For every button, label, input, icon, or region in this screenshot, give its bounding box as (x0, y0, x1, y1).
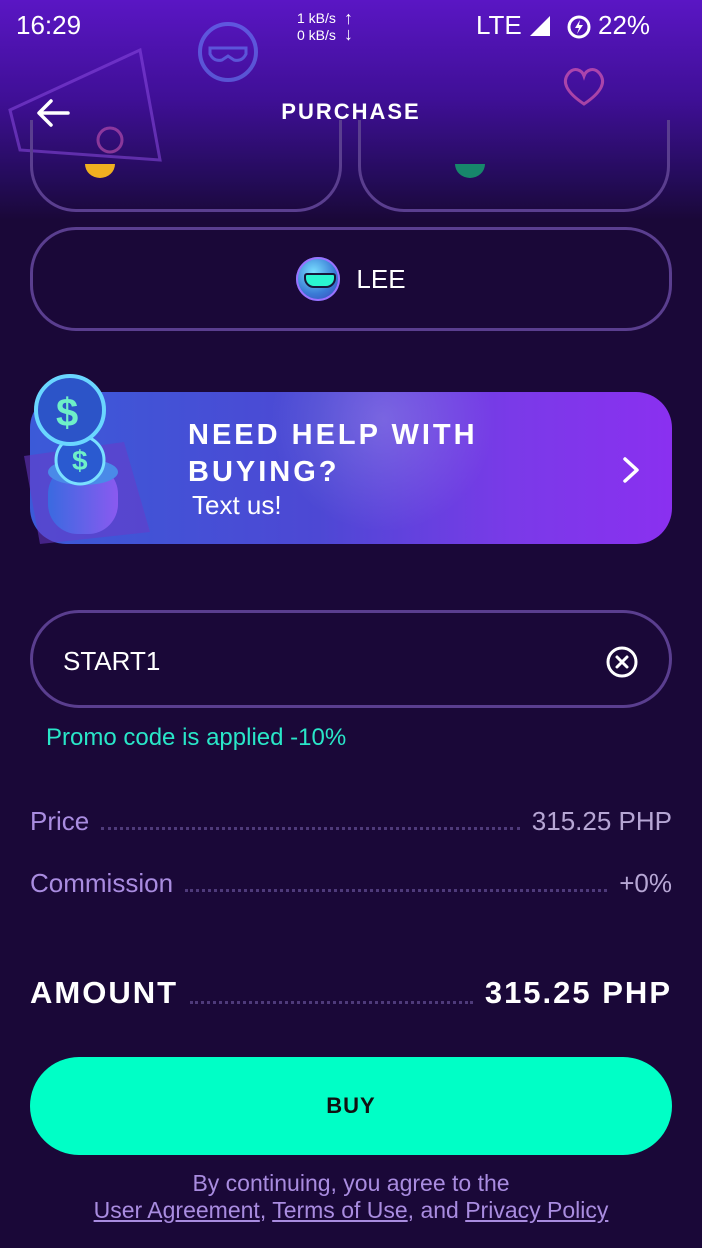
svg-text:$: $ (56, 391, 78, 435)
commission-row: Commission +0% (30, 868, 672, 899)
data-transfer-icon: ↑ ↓ (344, 8, 353, 44)
network-up-speed: 1 kB/s (297, 10, 336, 26)
payment-option-label: LEE (356, 263, 406, 294)
amount-label: AMOUNT (30, 975, 179, 1010)
dotted-leader (190, 1001, 473, 1004)
option-coin-icon (85, 164, 115, 178)
help-banner-title: NEED HELP WITH BUYING? (188, 419, 478, 488)
price-label: Price (30, 806, 90, 836)
network-down-speed: 0 kB/s (297, 27, 336, 43)
lee-avatar-icon (296, 257, 341, 301)
price-value: 315.25 PHP (531, 806, 672, 836)
payment-option-partial-right[interactable] (358, 120, 670, 212)
status-bar: 16:29 1 kB/s 0 kB/s ↑ ↓ LTE 22% (0, 0, 702, 52)
legal-and: , and (407, 1197, 459, 1223)
user-agreement-link[interactable]: User Agreement (94, 1197, 260, 1223)
battery-level: 22% (598, 10, 651, 40)
dotted-leader (185, 889, 608, 892)
battery-saver-icon (567, 15, 591, 39)
signal-icon (530, 16, 550, 36)
promo-status-text: Promo code is applied -10% (46, 724, 347, 751)
dollar-coins-icon: $ $ (24, 374, 150, 544)
legal-separator: , (259, 1197, 267, 1223)
privacy-policy-link[interactable]: Privacy Policy (465, 1197, 608, 1223)
dotted-leader (101, 827, 520, 830)
legal-notice: By continuing, you agree to the User Agr… (0, 1170, 702, 1224)
chevron-right-icon[interactable] (618, 456, 644, 484)
commission-value: +0% (619, 868, 672, 898)
payment-option-lee[interactable]: LEE (30, 227, 672, 331)
terms-of-use-link[interactable]: Terms of Use (272, 1197, 407, 1223)
close-circle-icon[interactable] (605, 645, 639, 679)
price-row: Price 315.25 PHP (30, 806, 672, 837)
legal-prefix: By continuing, you agree to the (192, 1170, 510, 1196)
network-speed: 1 kB/s 0 kB/s (297, 10, 336, 44)
promo-code-field[interactable] (30, 610, 672, 708)
amount-row: AMOUNT 315.25 PHP (30, 975, 672, 1011)
commission-label: Commission (30, 868, 174, 898)
help-banner-subtitle: Text us! (192, 490, 282, 520)
amount-value: 315.25 PHP (484, 975, 672, 1010)
payment-option-partial-left[interactable] (30, 120, 342, 212)
status-time: 16:29 (16, 10, 82, 40)
promo-code-input[interactable] (61, 641, 585, 681)
svg-text:$: $ (72, 445, 88, 476)
network-type: LTE (476, 10, 522, 40)
option-badge-icon (455, 164, 485, 178)
buy-button[interactable]: BUY (30, 1057, 672, 1155)
